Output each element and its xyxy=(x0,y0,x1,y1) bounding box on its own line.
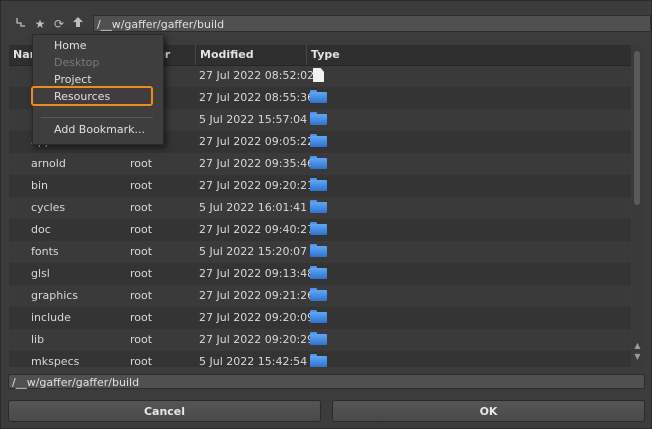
row-modified: 5 Jul 2022 15:57:04 xyxy=(199,113,308,126)
row-name: lib xyxy=(31,333,45,346)
table-row[interactable]: bin root 27 Jul 2022 09:20:21 xyxy=(9,175,631,197)
row-modified: 5 Jul 2022 15:20:07 xyxy=(199,245,308,258)
toolbar: ★ ⟳ /__w/gaffer/gaffer/build xyxy=(13,14,651,34)
column-header-modified[interactable]: Modified xyxy=(196,45,307,65)
row-owner: root xyxy=(130,311,153,324)
row-owner: root xyxy=(130,245,153,258)
table-row[interactable]: doc root 27 Jul 2022 09:40:27 xyxy=(9,219,631,241)
star-icon[interactable]: ★ xyxy=(32,16,48,32)
bookmark-menu: Home Desktop Project Resources Add Bookm… xyxy=(31,34,164,145)
row-owner: root xyxy=(130,267,153,280)
folder-icon xyxy=(310,266,327,282)
menu-item-add-bookmark[interactable]: Add Bookmark... xyxy=(54,121,145,138)
row-modified: 5 Jul 2022 15:42:54 xyxy=(199,355,308,367)
row-owner: root xyxy=(130,289,153,302)
filename-field[interactable]: /__w/gaffer/gaffer/build xyxy=(8,374,645,389)
row-modified: 27 Jul 2022 08:52:02 xyxy=(199,69,315,82)
refresh-icon[interactable]: ⟳ xyxy=(51,16,67,32)
row-modified: 27 Jul 2022 08:55:36 xyxy=(199,91,315,104)
row-name: glsl xyxy=(31,267,50,280)
row-owner: root xyxy=(130,201,153,214)
scrollbar-thumb[interactable] xyxy=(634,51,640,205)
table-row[interactable]: cycles root 5 Jul 2022 16:01:41 xyxy=(9,197,631,219)
row-modified: 27 Jul 2022 09:40:27 xyxy=(199,223,315,236)
folder-icon xyxy=(310,288,327,304)
table-row[interactable]: fonts root 5 Jul 2022 15:20:07 xyxy=(9,241,631,263)
folder-icon xyxy=(310,222,327,238)
row-name: doc xyxy=(31,223,51,236)
cancel-button[interactable]: Cancel xyxy=(8,400,321,422)
vertical-scrollbar[interactable]: ▲ ▼ xyxy=(632,45,643,367)
file-browser-dialog: ★ ⟳ /__w/gaffer/gaffer/build Name Owner … xyxy=(0,0,652,429)
row-modified: 27 Jul 2022 09:21:26 xyxy=(199,289,315,302)
folder-icon xyxy=(310,354,327,367)
folder-icon xyxy=(310,332,327,348)
row-name: include xyxy=(31,311,71,324)
row-modified: 27 Jul 2022 09:20:29 xyxy=(199,333,315,346)
row-modified: 27 Jul 2022 09:35:46 xyxy=(199,157,315,170)
folder-icon xyxy=(310,244,327,260)
hierarchy-icon[interactable] xyxy=(13,16,29,32)
row-name: mkspecs xyxy=(31,355,80,367)
folder-icon xyxy=(310,90,327,106)
row-owner: root xyxy=(130,223,153,236)
folder-icon xyxy=(310,310,327,326)
table-row[interactable]: glsl root 27 Jul 2022 09:13:48 xyxy=(9,263,631,285)
row-modified: 5 Jul 2022 16:01:41 xyxy=(199,201,308,214)
menu-separator xyxy=(41,117,153,118)
row-owner: root xyxy=(130,355,153,367)
row-owner: root xyxy=(130,333,153,346)
scroll-up-arrow-icon[interactable]: ▲ xyxy=(633,341,642,350)
folder-icon xyxy=(310,156,327,172)
scroll-down-arrow-icon[interactable]: ▼ xyxy=(633,352,642,361)
table-row[interactable]: include root 27 Jul 2022 09:20:09 xyxy=(9,307,631,329)
menu-item-home[interactable]: Home xyxy=(54,37,86,54)
folder-icon xyxy=(310,112,327,128)
file-icon xyxy=(310,68,324,84)
column-header-type[interactable]: Type xyxy=(307,45,631,65)
table-row[interactable]: graphics root 27 Jul 2022 09:21:26 xyxy=(9,285,631,307)
table-row[interactable]: lib root 27 Jul 2022 09:20:29 xyxy=(9,329,631,351)
folder-icon xyxy=(310,178,327,194)
row-name: bin xyxy=(31,179,49,192)
row-modified: 27 Jul 2022 09:20:21 xyxy=(199,179,315,192)
row-owner: root xyxy=(130,157,153,170)
row-name: fonts xyxy=(31,245,59,258)
menu-item-resources[interactable]: Resources xyxy=(54,88,110,105)
row-owner: root xyxy=(130,179,153,192)
table-row[interactable]: arnold root 27 Jul 2022 09:35:46 xyxy=(9,153,631,175)
ok-button[interactable]: OK xyxy=(332,400,645,422)
row-modified: 27 Jul 2022 09:13:48 xyxy=(199,267,315,280)
row-modified: 27 Jul 2022 09:20:09 xyxy=(199,311,315,324)
row-modified: 27 Jul 2022 09:05:22 xyxy=(199,135,315,148)
up-arrow-icon[interactable] xyxy=(70,16,86,32)
menu-item-desktop: Desktop xyxy=(54,56,100,69)
row-name: arnold xyxy=(31,157,66,170)
folder-icon xyxy=(310,200,327,216)
folder-icon xyxy=(310,134,327,150)
table-row[interactable]: mkspecs root 5 Jul 2022 15:42:54 xyxy=(9,351,631,367)
row-name: graphics xyxy=(31,289,79,302)
row-name: cycles xyxy=(31,201,66,214)
path-field[interactable]: /__w/gaffer/gaffer/build xyxy=(93,15,651,32)
